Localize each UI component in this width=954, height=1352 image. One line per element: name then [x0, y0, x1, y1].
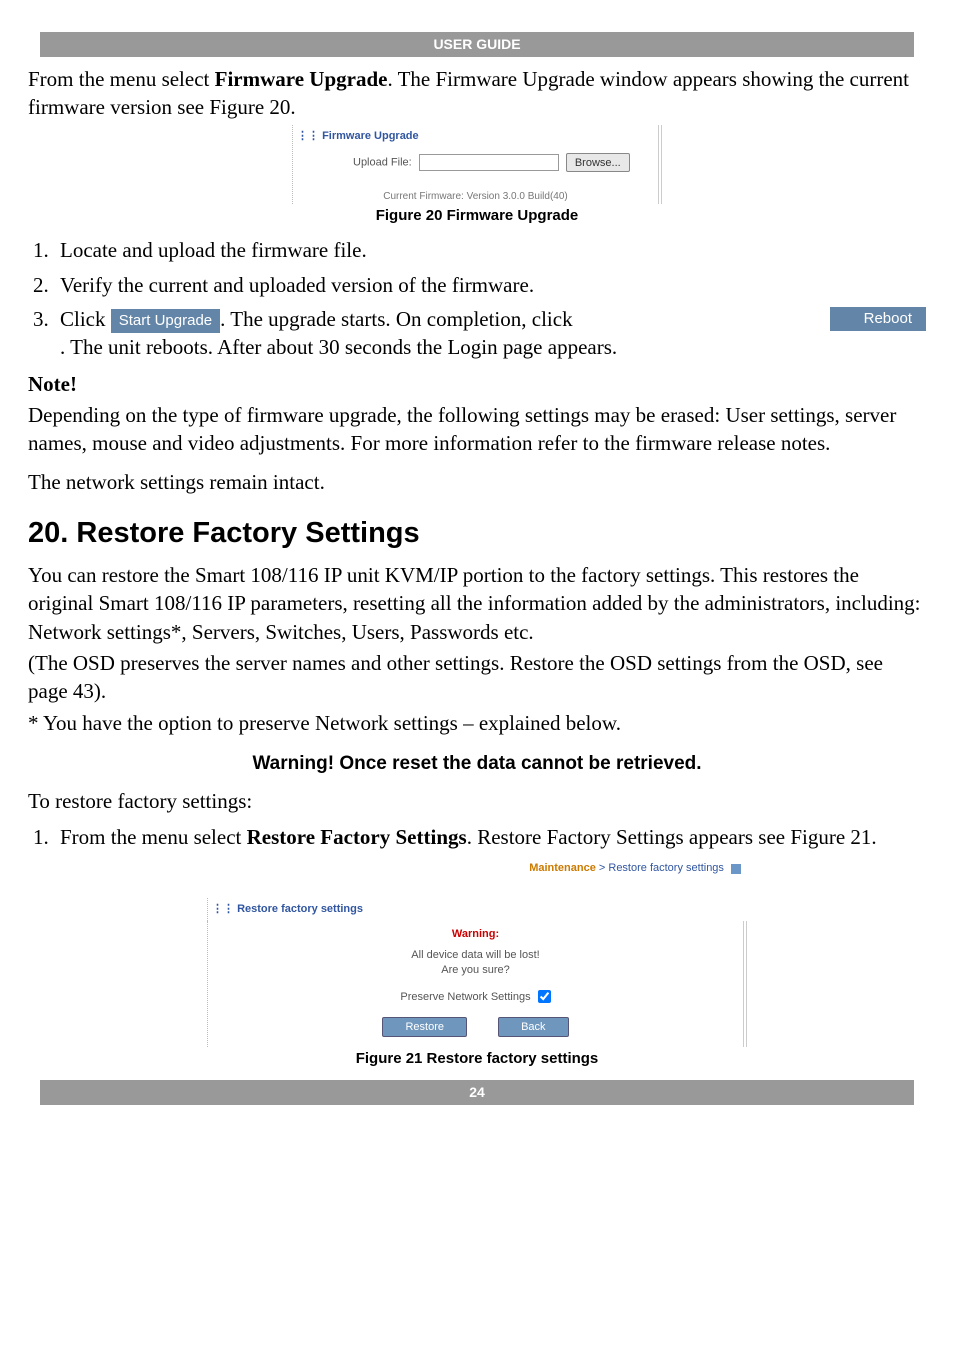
intro-paragraph: From the menu select Firmware Upgrade. T…	[28, 65, 926, 122]
note-heading: Note!	[28, 370, 926, 398]
restore-step-1: From the menu select Restore Factory Set…	[54, 823, 926, 851]
step-3-suffix: . The unit reboots. After about 30 secon…	[60, 335, 617, 359]
dotted-icon: ⋮⋮	[297, 130, 322, 142]
breadcrumb-restore: Restore factory settings	[608, 862, 724, 874]
breadcrumb: Maintenance > Restore factory settings	[207, 859, 747, 898]
upload-row: Upload File: Browse...	[293, 149, 658, 182]
note-body-1: Depending on the type of firmware upgrad…	[28, 401, 926, 458]
preserve-network-label: Preserve Network Settings	[400, 991, 530, 1003]
firmware-upgrade-panel-title: ⋮⋮ Firmware Upgrade	[293, 129, 658, 150]
restore-panel-title: ⋮⋮ Restore factory settings	[207, 898, 747, 921]
step-3: Click Start Upgrade. The upgrade starts.…	[54, 305, 926, 362]
reboot-button[interactable]: Reboot	[830, 307, 926, 331]
breadcrumb-maintenance: Maintenance	[529, 862, 596, 874]
restore-lost-text: All device data will be lost! Are you su…	[208, 948, 743, 990]
upload-file-label: Upload File:	[353, 157, 412, 169]
section-20-p4: To restore factory settings:	[28, 787, 926, 815]
browse-button[interactable]: Browse...	[566, 153, 630, 172]
figure-21-caption: Figure 21 Restore factory settings	[28, 1049, 926, 1069]
step-3-prefix: Click	[60, 307, 106, 331]
breadcrumb-sep: >	[596, 862, 609, 874]
figure-21-panel: Maintenance > Restore factory settings ⋮…	[207, 859, 747, 1047]
firmware-steps-list: Locate and upload the firmware file. Ver…	[28, 236, 926, 361]
preserve-network-row: Preserve Network Settings	[208, 990, 743, 1015]
step-2: Verify the current and uploaded version …	[54, 271, 926, 299]
current-firmware-version: Current Firmware: Version 3.0.0 Build(40…	[293, 182, 658, 204]
step-3-mid: . The upgrade starts. On completion, cli…	[220, 307, 572, 331]
header-bar: USER GUIDE	[40, 32, 914, 57]
section-20-p2: (The OSD preserves the server names and …	[28, 649, 926, 706]
footer-bar: 24	[40, 1080, 914, 1105]
figure-20-caption: Figure 20 Firmware Upgrade	[28, 206, 926, 226]
restore-warning-label: Warning:	[208, 927, 743, 948]
restore-steps-list: From the menu select Restore Factory Set…	[28, 823, 926, 851]
breadcrumb-icon	[731, 864, 741, 874]
dotted-icon: ⋮⋮	[212, 903, 237, 915]
section-20-heading: 20. Restore Factory Settings	[28, 514, 926, 553]
step-1: Locate and upload the firmware file.	[54, 236, 926, 264]
figure-20-panel: ⋮⋮ Firmware Upgrade Upload File: Browse.…	[292, 125, 662, 204]
note-body-2: The network settings remain intact.	[28, 468, 926, 496]
back-button[interactable]: Back	[498, 1017, 568, 1038]
restore-button[interactable]: Restore	[382, 1017, 467, 1038]
reset-warning: Warning! Once reset the data cannot be r…	[28, 751, 926, 777]
start-upgrade-button[interactable]: Start Upgrade	[111, 309, 220, 333]
section-20-p1: You can restore the Smart 108/116 IP uni…	[28, 561, 926, 646]
page-content: From the menu select Firmware Upgrade. T…	[0, 65, 954, 1070]
restore-panel-body: Warning: All device data will be lost! A…	[207, 921, 747, 1047]
section-20-p3: * You have the option to preserve Networ…	[28, 709, 926, 737]
preserve-network-checkbox[interactable]	[538, 990, 551, 1003]
upload-file-input[interactable]	[419, 154, 559, 171]
